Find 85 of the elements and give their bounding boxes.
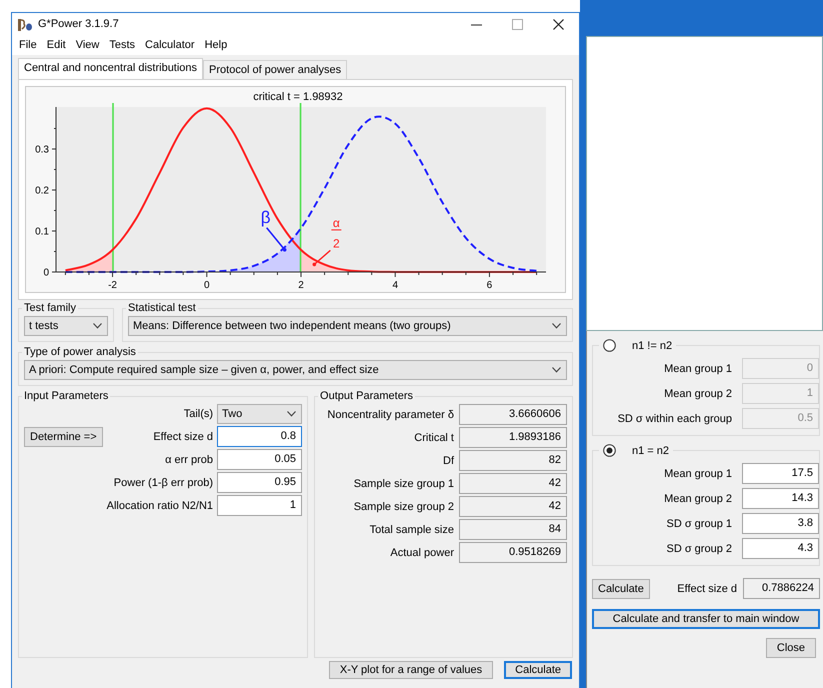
radio-button[interactable] [603,444,616,457]
menu-item[interactable]: File [14,39,42,51]
chart-title: critical t = 1.98932 [253,91,343,103]
radio-label: n1 != n2 [632,340,672,352]
field-label: Mean group 1 [663,468,732,480]
field-label: Total sample size [368,524,454,536]
chevron-icon [93,323,102,329]
field-label: Power (1-β err prob) [112,476,214,488]
input-field[interactable]: 17.5 [742,463,819,484]
calculate-button[interactable]: Calculate [592,578,650,598]
axis-label: 0 [43,268,49,278]
transfer-button[interactable]: Calculate and transfer to main window [592,609,820,629]
axis-label: 0 [204,280,210,291]
group-title: Test family [23,302,77,314]
tab[interactable]: Central and noncentral distributions [18,58,204,79]
output-field: 82 [459,450,567,471]
menu-item[interactable]: View [70,39,104,51]
dropdown[interactable]: A priori: Compute required sample size – given α, power, and effect size [24,360,567,380]
group-title: Type of power analysis [23,346,137,358]
axis-label: 2 [298,280,304,291]
chevron-icon [552,367,561,373]
pointer-line [312,250,331,266]
field-label: Allocation ratio N2/N1 [106,500,214,512]
app-icon [17,16,33,32]
annotation-label: α [332,216,340,230]
chevron-icon [287,411,296,417]
field-label: Sample size group 2 [352,500,454,512]
field-label: Tail(s) [182,408,214,420]
menu-item[interactable]: Edit [42,39,71,51]
field-label: Actual power [389,546,454,558]
tab[interactable]: Protocol of power analyses [203,60,348,79]
field-label: Mean group 2 [663,492,732,504]
input-field[interactable]: 0.95 [217,472,302,493]
menu-item[interactable]: Calculator [140,39,200,51]
input-field[interactable]: 0.8 [217,426,302,447]
output-field: 1.9893186 [459,427,567,448]
field-label: SD σ within each group [616,412,732,424]
axis-label: 0.2 [35,186,49,196]
output-field: 42 [459,496,567,517]
annotation-label: 2 [333,236,340,250]
chevron-icon [552,323,561,329]
field-label: Sample size group 1 [352,478,454,490]
radio-label: n1 = n2 [632,444,670,456]
dropdown[interactable]: Two [217,404,302,424]
calculate-button[interactable]: Calculate [504,661,572,679]
axis-label: 0.1 [35,226,49,238]
output-field: 0.7886224 [743,578,820,599]
field-label: Mean group 1 [663,362,732,374]
field-label: Noncentrality parameter δ [326,408,454,420]
menu-item[interactable]: Help [200,39,232,51]
dropdown[interactable]: t tests [24,316,108,336]
field-label: Effect size d [152,430,214,442]
field-label: Df [442,454,454,466]
field-label: α err prob [164,454,214,466]
field-label: Effect size d [676,582,737,594]
group-title: Statistical test [127,302,197,314]
radio-button[interactable] [603,339,616,352]
field-label: Critical t [413,432,454,444]
plot-button[interactable]: X-Y plot for a range of values [328,661,494,679]
axis-label: -2 [108,280,117,291]
input-field[interactable]: 4.3 [742,538,819,559]
menu-item[interactable]: Tests [104,39,140,51]
axis-label: 0.3 [35,144,49,156]
determine-button[interactable]: Determine => [24,426,103,446]
axis-label: 6 [486,280,492,291]
field-label: SD σ group 1 [666,518,732,530]
input-field[interactable]: 14.3 [742,488,819,509]
output-field: 42 [459,473,567,494]
axis-label: 4 [392,280,398,291]
output-field: 3.6660606 [459,404,567,425]
output-field: 0.9518269 [459,542,567,563]
input-field[interactable]: 1 [217,495,302,516]
window-title: G*Power 3.1.9.7 [38,18,120,30]
pointer-line [266,227,286,252]
field-label: Mean group 2 [663,388,732,400]
input-field[interactable]: 0.05 [217,449,302,470]
close-icon[interactable] [553,18,564,30]
field-label: SD σ group 2 [666,542,732,554]
close-button[interactable]: Close [766,638,816,658]
annotation-label: β [260,208,271,227]
output-field: 84 [459,519,567,540]
group-title: Input Parameters [23,390,110,402]
group-title: Output Parameters [319,390,414,402]
dropdown[interactable]: Means: Difference between two independent means (two groups) [128,316,567,336]
input-field[interactable]: 3.8 [742,513,819,534]
